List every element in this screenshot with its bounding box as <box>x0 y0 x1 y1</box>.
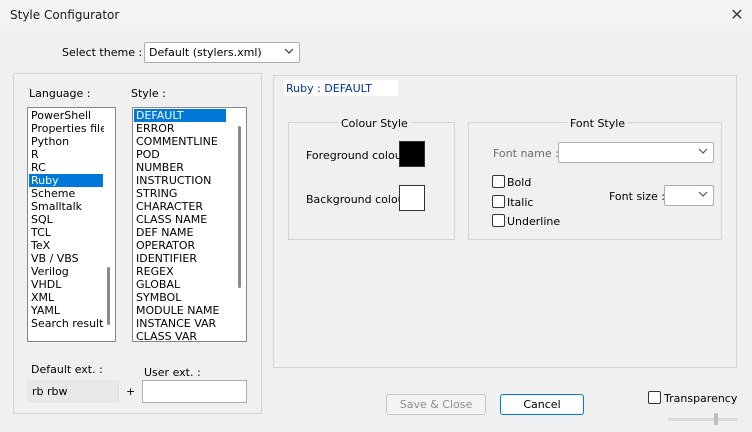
chevron-down-icon <box>698 148 708 154</box>
language-list-item[interactable]: PowerShell <box>29 109 103 122</box>
language-list-item[interactable]: Verilog <box>29 265 103 278</box>
bold-checkbox[interactable] <box>492 175 505 188</box>
language-list-item[interactable]: TeX <box>29 239 103 252</box>
style-scroll-thumb[interactable] <box>238 126 241 288</box>
foreground-colour-label: Foreground colour <box>306 149 407 162</box>
theme-select[interactable]: Default (stylers.xml) <box>144 42 300 63</box>
background-colour-label: Background colour <box>306 193 410 206</box>
style-list-item[interactable]: GLOBAL <box>134 278 226 291</box>
cancel-button[interactable]: Cancel <box>500 394 584 415</box>
user-ext-input[interactable] <box>142 380 247 403</box>
style-list[interactable]: DEFAULT ERROR COMMENTLINE POD NUMBER INSTRUCT… <box>132 107 247 342</box>
save-close-button[interactable]: Save & Close <box>386 394 486 415</box>
plus-sign: + <box>126 385 136 398</box>
font-name-label: Font name : <box>493 147 559 160</box>
style-list-item[interactable]: SYMBOL <box>134 291 226 304</box>
transparency-checkbox[interactable] <box>648 391 661 404</box>
default-ext-value: rb rbw <box>32 385 68 398</box>
style-list-item[interactable]: DEFAULT <box>134 109 226 122</box>
style-scrollbar[interactable] <box>235 109 245 340</box>
transparency-slider-track[interactable] <box>668 418 738 421</box>
default-ext-field: rb rbw <box>27 380 119 402</box>
transparency-slider-handle[interactable] <box>714 413 718 425</box>
chevron-down-icon <box>284 48 294 54</box>
style-list-item[interactable]: CLASS VAR <box>134 330 226 341</box>
style-list-item[interactable]: REGEX <box>134 265 226 278</box>
language-label: Language : <box>29 87 91 100</box>
colour-style-group <box>288 122 455 240</box>
style-list-item[interactable]: DEF NAME <box>134 226 226 239</box>
font-style-title: Font Style <box>567 117 629 130</box>
close-button[interactable]: ✕ <box>728 5 746 25</box>
language-list-item[interactable]: RC <box>29 161 103 174</box>
style-list-item[interactable]: CHARACTER <box>134 200 226 213</box>
background-colour-swatch[interactable] <box>399 185 425 211</box>
style-list-item[interactable]: MODULE NAME <box>134 304 226 317</box>
style-header-text: Ruby : DEFAULT <box>286 82 372 95</box>
transparency-label: Transparency <box>664 392 738 405</box>
language-list-item[interactable]: Properties file <box>29 122 107 135</box>
style-list-item[interactable]: INSTRUCTION <box>134 174 226 187</box>
language-list-item[interactable]: VHDL <box>29 278 103 291</box>
style-list-item[interactable]: COMMENTLINE <box>134 135 226 148</box>
language-list-item[interactable]: Search result <box>29 317 103 330</box>
font-size-label: Font size : <box>609 190 665 203</box>
underline-checkbox[interactable] <box>492 214 505 227</box>
style-list-item[interactable]: NUMBER <box>134 161 226 174</box>
default-ext-label: Default ext. : <box>31 363 103 376</box>
bold-label: Bold <box>507 176 532 189</box>
underline-label: Underline <box>507 215 561 228</box>
language-list-item[interactable]: XML <box>29 291 103 304</box>
style-list-item[interactable]: STRING <box>134 187 226 200</box>
style-list-item[interactable]: CLASS NAME <box>134 213 226 226</box>
language-list-item[interactable]: SQL <box>29 213 103 226</box>
language-list-item[interactable]: Scheme <box>29 187 103 200</box>
language-list-item[interactable]: Ruby <box>29 174 103 187</box>
style-list-item[interactable]: POD <box>134 148 226 161</box>
font-size-select[interactable] <box>664 185 714 206</box>
language-scroll-thumb[interactable] <box>107 267 110 325</box>
chevron-down-icon <box>698 191 708 197</box>
style-list-item[interactable]: ERROR <box>134 122 226 135</box>
foreground-colour-swatch[interactable] <box>399 141 425 167</box>
style-list-item[interactable]: IDENTIFIER <box>134 252 226 265</box>
language-list-item[interactable]: Smalltalk <box>29 200 103 213</box>
language-list-item[interactable]: TCL <box>29 226 103 239</box>
theme-label: Select theme : <box>62 46 143 59</box>
language-list-item[interactable]: Python <box>29 135 103 148</box>
language-list[interactable]: PowerShell Properties file Python R RC Ruby Sc… <box>27 107 116 342</box>
theme-select-value: Default (stylers.xml) <box>149 46 262 59</box>
style-list-item[interactable]: OPERATOR <box>134 239 226 252</box>
window-title: Style Configurator <box>10 8 120 22</box>
italic-label: Italic <box>507 196 534 209</box>
language-scrollbar[interactable] <box>104 109 114 340</box>
font-name-select[interactable] <box>558 142 714 163</box>
style-list-item[interactable]: INSTANCE VAR <box>134 317 226 330</box>
language-list-item[interactable]: VB / VBS <box>29 252 103 265</box>
colour-style-title: Colour Style <box>338 117 411 130</box>
language-list-item[interactable]: R <box>29 148 103 161</box>
language-list-item[interactable]: YAML <box>29 304 103 317</box>
italic-checkbox[interactable] <box>492 195 505 208</box>
style-label: Style : <box>131 87 166 100</box>
style-header-box: Ruby : DEFAULT <box>284 80 398 96</box>
user-ext-label: User ext. : <box>144 366 201 379</box>
